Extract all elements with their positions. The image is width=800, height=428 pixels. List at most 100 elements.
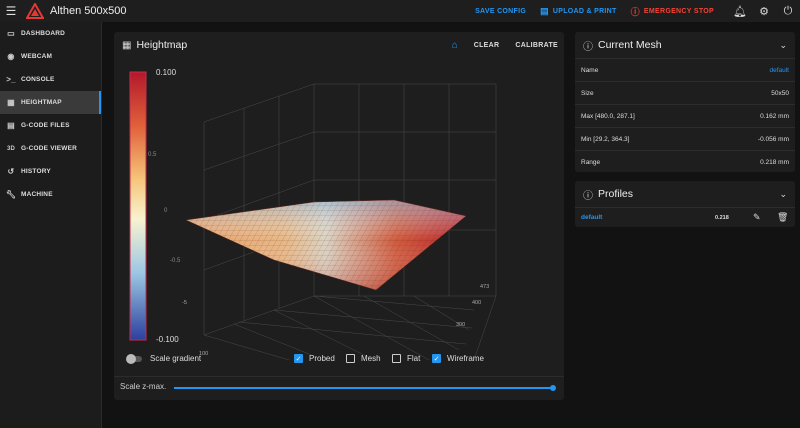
profiles-header: ⓘ Profiles bbox=[575, 181, 795, 207]
mesh-row-range: Range 0.218 mm bbox=[575, 150, 795, 173]
check-icon[interactable]: ✓ bbox=[432, 354, 441, 363]
mesh-label: Mesh bbox=[361, 354, 381, 363]
colorbar-max: 0.100 bbox=[156, 68, 177, 77]
slider-thumb[interactable] bbox=[550, 385, 556, 391]
sidebar-item-label: G-CODE FILES bbox=[21, 122, 70, 129]
profiles-card: ⓘ Profiles ⌄ default 0.218 ✎ 🗑︎ bbox=[575, 181, 795, 227]
checkbox-box[interactable] bbox=[392, 354, 401, 363]
sidebar-item-label: HISTORY bbox=[21, 168, 51, 175]
sidebar-item-machine[interactable]: 🔧︎ MACHINE bbox=[0, 183, 101, 206]
wrench-icon: 🔧︎ bbox=[5, 190, 17, 199]
stop-icon: ⓘ bbox=[630, 6, 640, 17]
sidebar-item-gcode-files[interactable]: ▤ G-CODE FILES bbox=[0, 114, 101, 137]
sidebar-item-console[interactable]: >_ CONSOLE bbox=[0, 68, 101, 91]
z-axis-tick: -5 bbox=[182, 300, 187, 306]
probed-label: Probed bbox=[309, 354, 335, 363]
sidebar-item-dashboard[interactable]: ▭ DASHBOARD bbox=[0, 22, 101, 45]
mesh-row-label: Min [29.2, 364.3] bbox=[581, 135, 630, 143]
mesh-row-label: Max [480.0, 287.1] bbox=[581, 112, 635, 120]
scale-zmax-slider[interactable] bbox=[174, 387, 554, 389]
check-icon[interactable]: ✓ bbox=[294, 354, 303, 363]
file-icon: ▤ bbox=[7, 121, 15, 130]
mesh-row-max: Max [480.0, 287.1] 0.162 mm bbox=[575, 104, 795, 127]
colorbar-tick: 0.5 bbox=[148, 152, 157, 158]
home-icon[interactable]: ⌂ bbox=[452, 40, 458, 51]
scale-gradient-toggle[interactable]: Scale gradient bbox=[126, 353, 202, 364]
upload-print-button[interactable]: ▤ UPLOAD & PRINT bbox=[540, 6, 617, 17]
chevron-down-icon[interactable]: ⌄ bbox=[779, 40, 787, 51]
y-axis-tick: 400 bbox=[472, 300, 481, 306]
console-icon: >_ bbox=[6, 75, 16, 84]
mesh-row-value: 0.218 mm bbox=[760, 158, 789, 166]
probed-checkbox[interactable]: ✓ Probed bbox=[294, 354, 335, 363]
profile-name-link[interactable]: default bbox=[581, 214, 602, 221]
profile-item: default 0.218 ✎ 🗑︎ bbox=[575, 207, 795, 227]
mesh-row-value: 50x50 bbox=[771, 89, 789, 97]
info-icon: ⓘ bbox=[583, 190, 593, 202]
scale-zmax-row: Scale z-max. bbox=[114, 376, 564, 398]
sidebar-item-webcam[interactable]: ◉ WEBCAM bbox=[0, 45, 101, 68]
clear-button[interactable]: CLEAR bbox=[474, 42, 500, 49]
wireframe-checkbox[interactable]: ✓ Wireframe bbox=[432, 354, 484, 363]
colorbar-tick: 0 bbox=[164, 208, 168, 214]
sidebar-item-gcode-viewer[interactable]: 3D G-CODE VIEWER bbox=[0, 137, 101, 160]
history-icon: ↺ bbox=[7, 167, 15, 176]
y-axis-tick: 300 bbox=[456, 322, 465, 328]
heightmap-options: Scale gradient ✓ Probed Mesh Flat ✓ Wire… bbox=[114, 352, 564, 370]
mesh-row-label: Range bbox=[581, 158, 601, 166]
colorbar bbox=[129, 71, 147, 341]
heightmap-plot[interactable]: 0.100 -0.100 0.5 0 -0.5 -5 100 473 400 3… bbox=[114, 60, 564, 360]
dashboard-icon: ▭ bbox=[7, 29, 15, 38]
heightmap-card: ▦ Heightmap ⌂ CLEAR CALIBRATE 0.100 -0.1… bbox=[114, 32, 564, 400]
emergency-stop-label: EMERGENCY STOP bbox=[643, 7, 714, 15]
mesh-row-label: Name bbox=[581, 66, 599, 74]
current-mesh-header: ⓘ Current Mesh bbox=[575, 32, 795, 58]
mesh-row-value: -0.056 mm bbox=[757, 135, 789, 143]
emergency-stop-button[interactable]: ⓘ EMERGENCY STOP bbox=[631, 5, 714, 18]
trash-icon[interactable]: 🗑︎ bbox=[777, 212, 788, 223]
flat-checkbox[interactable]: Flat bbox=[392, 354, 420, 363]
mesh-row-value[interactable]: default bbox=[769, 67, 789, 74]
scale-gradient-label: Scale gradient bbox=[150, 354, 202, 363]
pencil-icon[interactable]: ✎ bbox=[753, 212, 761, 223]
top-bar: ☰ Althen 500x500 SAVE CONFIG ▤ UPLOAD & … bbox=[0, 0, 800, 22]
sidebar: ▭ DASHBOARD ◉ WEBCAM >_ CONSOLE ▦ HEIGHT… bbox=[0, 22, 102, 428]
checkbox-box[interactable] bbox=[346, 354, 355, 363]
mesh-row-size: Size 50x50 bbox=[575, 81, 795, 104]
sidebar-item-label: HEIGHTMAP bbox=[21, 99, 62, 106]
gear-icon[interactable]: ⚙ bbox=[752, 5, 776, 18]
upload-print-label: UPLOAD & PRINT bbox=[552, 7, 617, 15]
flat-label: Flat bbox=[407, 354, 421, 363]
colorbar-tick: -0.5 bbox=[170, 258, 181, 264]
sidebar-item-label: CONSOLE bbox=[21, 76, 55, 83]
mesh-row-name: Name default bbox=[575, 58, 795, 81]
sidebar-item-label: DASHBOARD bbox=[21, 30, 66, 37]
sidebar-item-history[interactable]: ↺ HISTORY bbox=[0, 160, 101, 183]
menu-icon[interactable]: ☰ bbox=[0, 0, 22, 22]
upload-icon: ▤ bbox=[540, 5, 549, 16]
current-mesh-title: Current Mesh bbox=[598, 39, 662, 51]
save-config-label: SAVE CONFIG bbox=[475, 7, 527, 15]
grid-icon: ▦ bbox=[7, 98, 15, 107]
power-icon[interactable]: ⏻ bbox=[776, 5, 800, 18]
app-title: Althen 500x500 bbox=[50, 5, 127, 17]
info-icon: ⓘ bbox=[583, 41, 593, 53]
save-config-button[interactable]: SAVE CONFIG bbox=[475, 8, 526, 15]
wireframe-label: Wireframe bbox=[447, 354, 484, 363]
y-axis-tick: 473 bbox=[480, 284, 489, 290]
app-logo bbox=[26, 3, 44, 19]
sidebar-item-label: MACHINE bbox=[21, 191, 53, 198]
mesh-row-min: Min [29.2, 364.3] -0.056 mm bbox=[575, 127, 795, 150]
mesh-checkbox[interactable]: Mesh bbox=[346, 354, 381, 363]
chevron-down-icon[interactable]: ⌄ bbox=[779, 189, 787, 200]
bell-icon[interactable]: 🔔︎ bbox=[728, 5, 752, 18]
3d-icon: 3D bbox=[6, 145, 16, 152]
calibrate-button[interactable]: CALIBRATE bbox=[515, 42, 558, 49]
colorbar-min: -0.100 bbox=[156, 335, 179, 344]
sidebar-item-label: G-CODE VIEWER bbox=[21, 145, 78, 152]
sidebar-item-heightmap[interactable]: ▦ HEIGHTMAP bbox=[0, 91, 101, 114]
mesh-row-label: Size bbox=[581, 89, 594, 97]
sidebar-item-label: WEBCAM bbox=[21, 53, 53, 60]
grid-icon: ▦ bbox=[122, 39, 132, 51]
toggle-switch[interactable] bbox=[126, 353, 142, 364]
